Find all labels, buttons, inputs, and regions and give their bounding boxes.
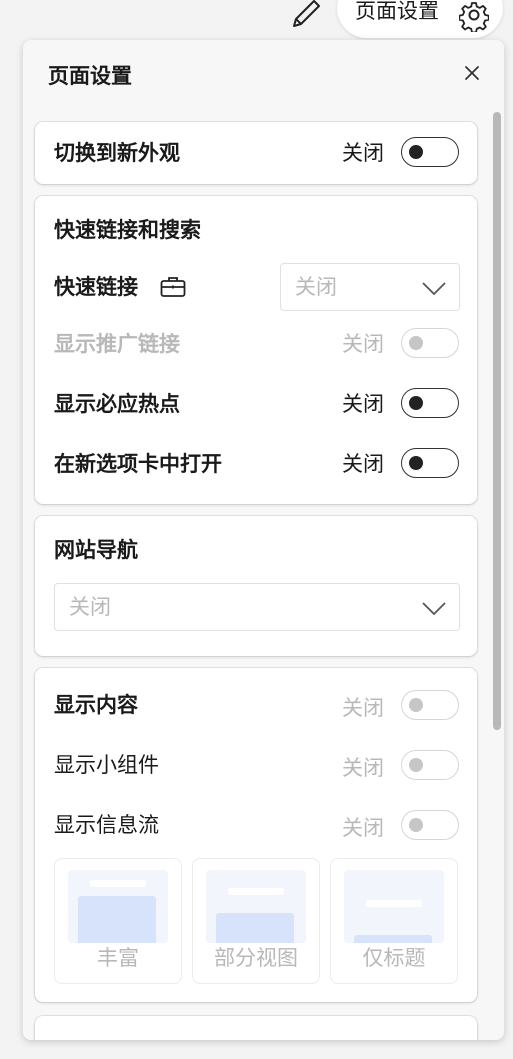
show-feed-label: 显示信息流 — [54, 813, 159, 837]
appearance-row: 切换到新外观 关闭 — [54, 136, 459, 170]
appearance-card: 切换到新外观 关闭 — [35, 122, 477, 184]
site-nav-select-value: 关闭 — [69, 595, 111, 619]
quicklinks-title: 快速链接和搜索 — [54, 218, 201, 242]
appearance-label: 切换到新外观 — [54, 141, 180, 165]
show-widgets-state: 关闭 — [342, 756, 384, 780]
scrollbar[interactable] — [493, 112, 501, 730]
top-bar: 页面设置 — [0, 0, 513, 40]
page-settings-button-label: 页面设置 — [355, 0, 439, 23]
quick-links-label: 快速链接 — [54, 275, 138, 299]
show-content-row: 显示内容 关闭 — [54, 688, 459, 722]
hot-topics-toggle[interactable] — [401, 388, 459, 418]
show-feed-state: 关闭 — [342, 816, 384, 840]
site-nav-select[interactable]: 关闭 — [54, 583, 460, 631]
new-tab-label: 在新选项卡中打开 — [54, 452, 222, 476]
layout-partial-thumbnail — [206, 870, 306, 943]
hot-topics-state: 关闭 — [342, 392, 384, 416]
show-content-state: 关闭 — [342, 696, 384, 720]
site-nav-card: 网站导航 关闭 — [35, 516, 477, 656]
hot-topics-label: 显示必应热点 — [54, 392, 180, 416]
next-card — [35, 1016, 477, 1040]
site-nav-title: 网站导航 — [54, 538, 138, 562]
show-widgets-row: 显示小组件 关闭 — [54, 748, 459, 782]
show-widgets-toggle[interactable] — [401, 750, 459, 780]
gear-icon — [459, 2, 489, 32]
layout-rich-thumbnail — [68, 870, 168, 943]
promoted-links-toggle[interactable] — [401, 328, 459, 358]
layout-option-label: 部分视图 — [214, 946, 298, 970]
promoted-links-state: 关闭 — [342, 332, 384, 356]
layout-option-label: 丰富 — [97, 946, 139, 970]
layout-option-headlines[interactable]: 仅标题 — [330, 858, 458, 984]
close-icon[interactable] — [459, 60, 485, 86]
show-feed-row: 显示信息流 关闭 — [54, 808, 459, 842]
pencil-icon[interactable] — [288, 0, 324, 30]
layout-headlines-thumbnail — [344, 870, 444, 943]
chevron-down-icon — [422, 602, 446, 616]
panel-title: 页面设置 — [48, 64, 132, 88]
promoted-links-label: 显示推广链接 — [54, 332, 180, 356]
show-feed-toggle[interactable] — [401, 810, 459, 840]
show-widgets-label: 显示小组件 — [54, 753, 159, 777]
new-tab-row: 在新选项卡中打开 关闭 — [54, 447, 459, 481]
page-settings-panel: 页面设置 切换到新外观 关闭 快速链接和搜索 快速链接 关闭 显示推广链接 关闭 — [23, 40, 504, 1040]
quick-links-select-value: 关闭 — [295, 275, 337, 299]
appearance-state: 关闭 — [342, 141, 384, 165]
layout-option-rich[interactable]: 丰富 — [54, 858, 182, 984]
new-tab-state: 关闭 — [342, 452, 384, 476]
quick-links-select[interactable]: 关闭 — [280, 263, 460, 311]
page-settings-button[interactable]: 页面设置 — [337, 0, 503, 38]
show-content-label: 显示内容 — [54, 693, 138, 717]
hot-topics-row: 显示必应热点 关闭 — [54, 387, 459, 421]
layout-option-partial[interactable]: 部分视图 — [192, 858, 320, 984]
content-card: 显示内容 关闭 显示小组件 关闭 显示信息流 关闭 丰富 部分视图 仅标题 — [35, 668, 477, 1002]
layout-option-label: 仅标题 — [362, 946, 426, 970]
new-tab-toggle[interactable] — [401, 448, 459, 478]
show-content-toggle[interactable] — [401, 690, 459, 720]
chevron-down-icon — [422, 282, 446, 296]
appearance-toggle[interactable] — [401, 137, 459, 167]
briefcase-icon — [160, 277, 186, 297]
quicklinks-card: 快速链接和搜索 快速链接 关闭 显示推广链接 关闭 显示必应热点 关闭 在新选项… — [35, 196, 477, 504]
promoted-links-row: 显示推广链接 关闭 — [54, 327, 459, 361]
